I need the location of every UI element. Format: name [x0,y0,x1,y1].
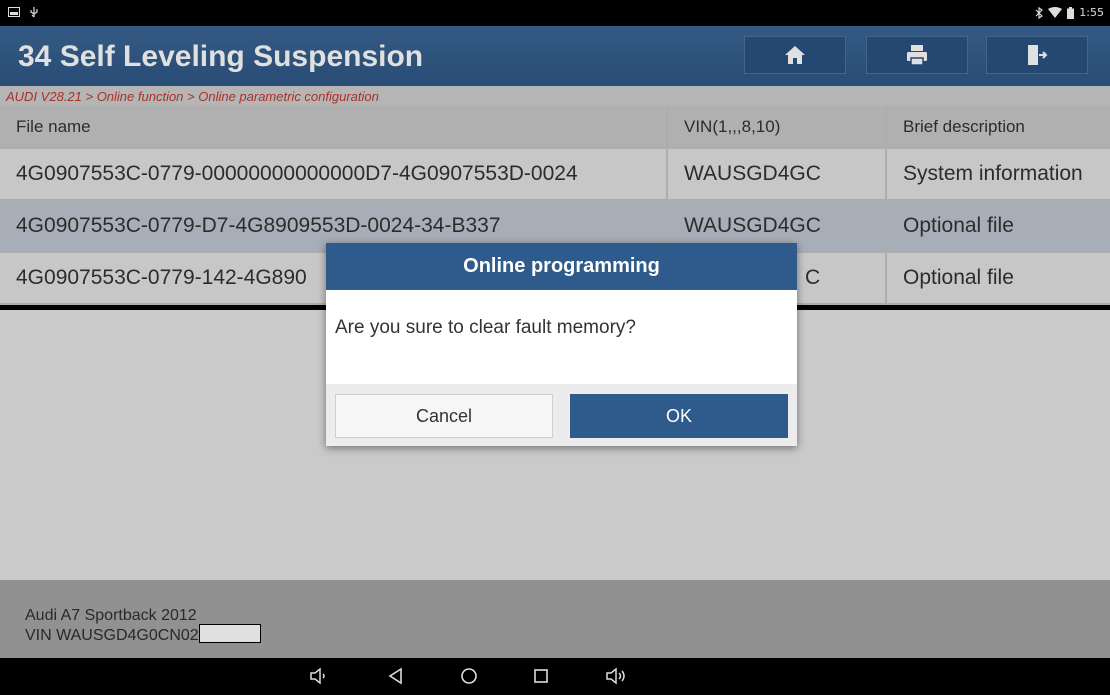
wifi-icon [1048,6,1063,19]
usb-icon [28,6,40,18]
cancel-button[interactable]: Cancel [335,394,553,438]
ok-button[interactable]: OK [570,394,788,438]
recents-icon[interactable] [531,666,551,686]
status-time: 1:55 [1079,6,1104,19]
volume-down-icon[interactable] [309,666,329,686]
navigation-bar [0,658,1110,695]
dialog-title: Online programming [326,243,797,290]
volume-up-icon[interactable] [605,666,629,686]
home-circle-icon[interactable] [459,666,479,686]
status-bar: 1:55 [0,0,1110,26]
bluetooth-icon [1035,6,1044,19]
back-icon[interactable] [386,666,406,686]
screenshot-icon [8,7,20,17]
battery-icon [1067,6,1075,19]
confirm-dialog: Online programming Are you sure to clear… [326,243,797,446]
dialog-footer: Cancel OK [326,384,797,446]
dialog-message: Are you sure to clear fault memory? [335,317,636,338]
